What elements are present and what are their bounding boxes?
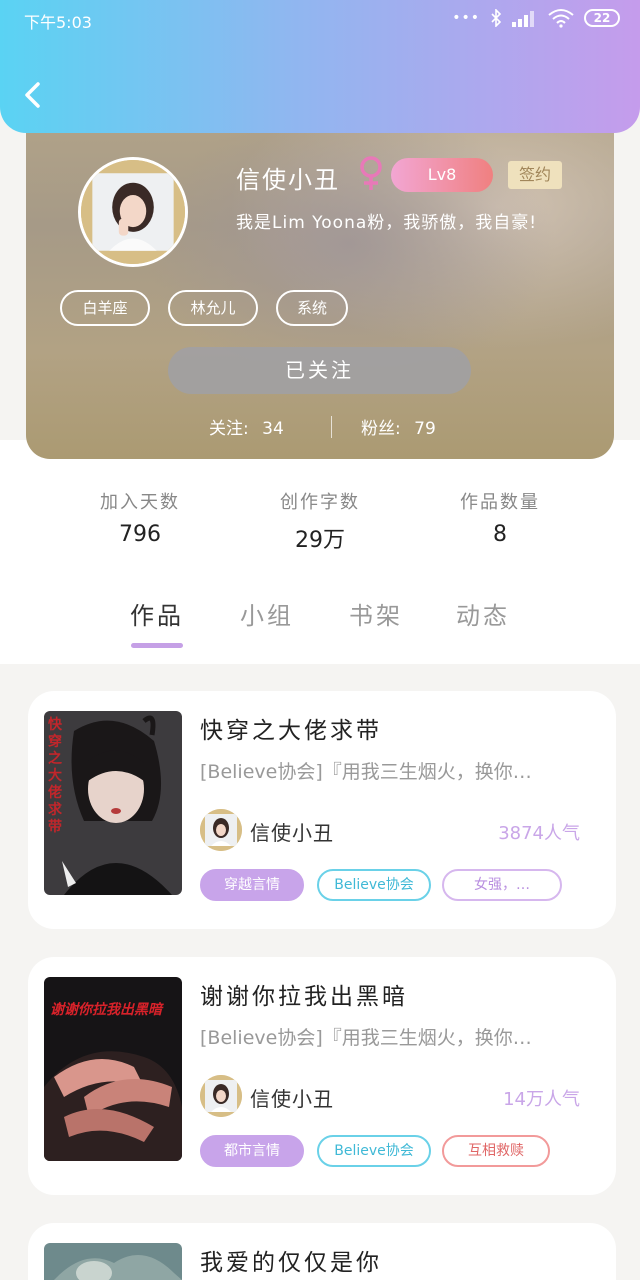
level-badge: Lv8 (391, 158, 493, 192)
following-count: 34 (262, 419, 284, 439)
stat-work-count: 作品数量 8 (420, 488, 580, 547)
top-header: 下午5:03 ••• 22 (0, 0, 640, 133)
status-icons: ••• 22 (452, 8, 620, 28)
work-card[interactable]: 谢谢你拉我出黑暗 谢谢你拉我出黑暗 [Believe协会]『用我三生烟火，换你…… (28, 957, 616, 1195)
battery-icon: 22 (584, 9, 620, 27)
following-label: 关注: (209, 419, 249, 439)
signed-badge: 签约 (508, 161, 562, 189)
popularity-count: 3874人气 (498, 823, 580, 844)
group-chip[interactable]: Believe协会 (317, 869, 431, 901)
work-card[interactable]: 我爱的仅仅是你 (28, 1223, 616, 1280)
stat-label: 加入天数 (100, 492, 180, 513)
tab-groups[interactable]: 小组 (240, 596, 294, 631)
follow-stats: 关注: 34 粉丝: 79 (26, 414, 614, 440)
fans-count: 79 (414, 419, 436, 439)
stats-panel: 加入天数 796 创作字数 29万 作品数量 8 (52, 440, 588, 580)
user-name: 信使小丑 (236, 166, 340, 194)
user-bio: 我是Lim Yoona粉，我骄傲，我自豪! (236, 213, 538, 233)
work-title[interactable]: 我爱的仅仅是你 (200, 1243, 382, 1277)
tab-indicator (131, 643, 183, 648)
popularity-count: 14万人气 (503, 1089, 580, 1110)
profile-tag[interactable]: 系统 (276, 290, 348, 326)
author-name[interactable]: 信使小丑 (250, 817, 334, 846)
profile-tag[interactable]: 林允儿 (168, 290, 258, 326)
work-title[interactable]: 快穿之大佬求带 (200, 711, 382, 745)
work-title[interactable]: 谢谢你拉我出黑暗 (200, 977, 408, 1011)
more-dots-icon: ••• (452, 10, 480, 26)
stat-join-days: 加入天数 796 (60, 488, 220, 547)
tag-chip[interactable]: 女强，… (442, 869, 562, 901)
cover-title: 谢谢你拉我出黑暗 (50, 1002, 162, 1018)
avatar-image (81, 160, 185, 264)
following-stat[interactable]: 关注: 34 (209, 414, 284, 439)
tab-works[interactable]: 作品 (130, 596, 184, 631)
author-avatar (200, 1075, 242, 1117)
tag-chip[interactable]: 互相救赎 (442, 1135, 550, 1167)
stats-divider (331, 416, 332, 438)
stat-value: 8 (493, 522, 507, 547)
tab-bar: 作品 小组 书架 动态 (0, 596, 640, 656)
stat-label: 作品数量 (460, 492, 540, 513)
category-chip[interactable]: 都市言情 (200, 1135, 304, 1167)
stat-value: 29万 (295, 528, 345, 553)
wifi-icon (548, 9, 574, 28)
back-arrow-icon[interactable] (20, 80, 46, 110)
book-cover[interactable]: 谢谢你拉我出黑暗 (44, 977, 182, 1161)
signal-icon (512, 11, 534, 27)
cover-image-1 (44, 711, 182, 895)
stat-label: 创作字数 (280, 492, 360, 513)
profile-tag[interactable]: 白羊座 (60, 290, 150, 326)
fans-label: 粉丝: (361, 419, 401, 439)
work-description: [Believe协会]『用我三生烟火，换你… (200, 761, 532, 783)
stat-value: 796 (119, 522, 161, 547)
category-chip[interactable]: 穿越言情 (200, 869, 304, 901)
group-chip[interactable]: Believe协会 (317, 1135, 431, 1167)
tab-activity[interactable]: 动态 (456, 596, 510, 631)
profile-card: 信使小丑 Lv8 签约 我是Lim Yoona粉，我骄傲，我自豪! 白羊座 林允… (26, 100, 614, 459)
author-avatar (200, 809, 242, 851)
work-description: [Believe协会]『用我三生烟火，换你… (200, 1027, 532, 1049)
work-card[interactable]: 快穿之大佬求带 快穿之大佬求带 [Believe协会]『用我三生烟火，换你… 信… (28, 691, 616, 929)
followed-button[interactable]: 已关注 (168, 347, 471, 394)
avatar[interactable] (78, 157, 188, 267)
cover-image-3 (44, 1243, 182, 1280)
female-icon (360, 156, 382, 190)
status-time: 下午5:03 (24, 13, 92, 32)
book-cover[interactable] (44, 1243, 182, 1280)
cover-title: 快穿之大佬求带 (48, 717, 62, 835)
book-cover[interactable]: 快穿之大佬求带 (44, 711, 182, 895)
bluetooth-icon (491, 9, 502, 27)
status-bar: 下午5:03 ••• 22 (0, 0, 640, 38)
fans-stat[interactable]: 粉丝: 79 (361, 414, 436, 439)
stat-word-count: 创作字数 29万 (240, 488, 400, 554)
author-name[interactable]: 信使小丑 (250, 1083, 334, 1112)
tab-bookshelf[interactable]: 书架 (349, 596, 403, 631)
